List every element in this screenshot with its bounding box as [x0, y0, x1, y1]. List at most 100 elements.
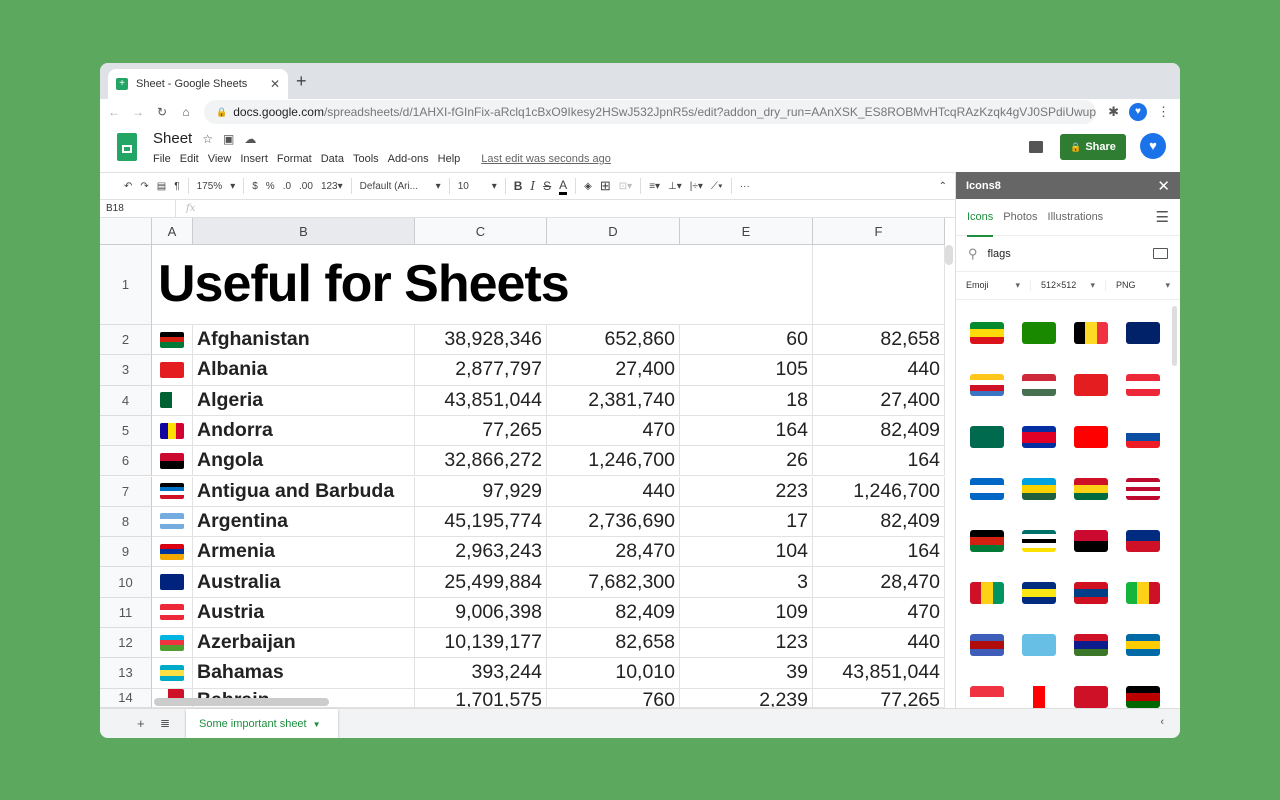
flag-result[interactable]	[1126, 680, 1178, 714]
value-cell[interactable]: 3	[680, 567, 813, 598]
share-button[interactable]: 🔒 Share	[1060, 134, 1126, 160]
sheets-logo-icon[interactable]	[117, 133, 137, 161]
flag-icon[interactable]	[1022, 530, 1056, 552]
flag-result[interactable]	[1022, 524, 1074, 558]
flag-result[interactable]	[1022, 472, 1074, 506]
row-header[interactable]: 6	[100, 446, 152, 477]
flag-icon[interactable]	[1074, 322, 1108, 344]
flag-cell[interactable]	[152, 385, 193, 416]
menu-format[interactable]: Format	[277, 153, 312, 165]
row-header[interactable]: 14	[100, 688, 152, 708]
value-cell[interactable]: 164	[813, 446, 945, 477]
flag-icon[interactable]	[970, 530, 1004, 552]
value-cell[interactable]: 82,658	[547, 628, 680, 659]
value-cell[interactable]: 2,877,797	[415, 355, 547, 386]
move-folder-icon[interactable]: ▣	[223, 132, 234, 146]
flag-result[interactable]	[970, 420, 1022, 454]
menu-data[interactable]: Data	[321, 153, 344, 165]
flag-result[interactable]	[1074, 628, 1126, 662]
vertical-scrollbar[interactable]	[945, 245, 953, 265]
value-cell[interactable]: 97,929	[415, 476, 547, 507]
value-cell[interactable]: 440	[813, 628, 945, 659]
value-cell[interactable]: 45,195,774	[415, 506, 547, 538]
row-header[interactable]: 7	[100, 476, 152, 507]
flag-icon[interactable]	[1074, 374, 1108, 396]
value-cell[interactable]: 26	[680, 446, 813, 477]
new-tab-button[interactable]: +	[296, 71, 307, 92]
column-header[interactable]: A	[152, 218, 193, 245]
value-cell[interactable]: 39	[680, 658, 813, 689]
flag-result[interactable]	[1074, 576, 1126, 610]
flag-icon[interactable]	[1074, 582, 1108, 604]
value-cell[interactable]: 440	[813, 355, 945, 386]
country-cell[interactable]: Australia	[193, 567, 415, 598]
value-cell[interactable]: 393,244	[415, 658, 547, 689]
collapse-side-panel-icon[interactable]: ‹	[1160, 716, 1164, 728]
print-icon[interactable]: ▤	[157, 181, 166, 192]
value-cell[interactable]: 2,963,243	[415, 537, 547, 568]
menu-view[interactable]: View	[208, 153, 232, 165]
flag-icon[interactable]	[1126, 374, 1160, 396]
flag-result[interactable]	[1022, 628, 1074, 662]
column-header[interactable]: D	[547, 218, 680, 245]
flag-cell[interactable]	[152, 567, 193, 598]
percent-button[interactable]: %	[266, 181, 275, 192]
value-cell[interactable]: 1,246,700	[813, 476, 945, 507]
borders-icon[interactable]: ⊞	[600, 178, 611, 194]
text-rotate-icon[interactable]: ⟋▾	[711, 181, 723, 192]
row-header[interactable]: 2	[100, 325, 152, 356]
flag-result[interactable]	[1022, 420, 1074, 454]
value-cell[interactable]: 32,866,272	[415, 446, 547, 477]
flag-result[interactable]	[1022, 316, 1074, 350]
flag-result[interactable]	[1126, 524, 1178, 558]
value-cell[interactable]: 2,239	[680, 688, 813, 708]
fill-color-icon[interactable]: ◈	[584, 181, 592, 192]
country-cell[interactable]: Argentina	[193, 506, 415, 538]
menu-help[interactable]: Help	[438, 153, 461, 165]
hamburger-menu-icon[interactable]: ☰	[1156, 208, 1169, 226]
value-cell[interactable]: 60	[680, 325, 813, 356]
collapse-toolbar-icon[interactable]: ⌃	[939, 181, 947, 192]
country-cell[interactable]: Antigua and Barbuda	[193, 476, 415, 507]
row-header[interactable]: 4	[100, 385, 152, 416]
flag-icon[interactable]	[1074, 686, 1108, 708]
value-cell[interactable]: 82,658	[813, 325, 945, 356]
flag-icon[interactable]	[1126, 478, 1160, 500]
more-button[interactable]: ···	[740, 181, 750, 192]
flag-icon[interactable]	[1022, 426, 1056, 448]
row-header[interactable]: 3	[100, 355, 152, 386]
flag-result[interactable]	[1126, 628, 1178, 662]
value-cell[interactable]: 470	[547, 415, 680, 447]
forward-icon[interactable]: →	[128, 105, 148, 119]
row-header[interactable]: 11	[100, 597, 152, 628]
currency-button[interactable]: $	[252, 181, 258, 192]
flag-result[interactable]	[970, 472, 1022, 506]
reload-icon[interactable]: ↻	[152, 105, 172, 119]
country-cell[interactable]: Azerbaijan	[193, 628, 415, 659]
font-select[interactable]: Default (Ari...	[360, 181, 428, 192]
cell-f1[interactable]	[813, 245, 945, 325]
row-header[interactable]: 10	[100, 567, 152, 598]
browser-menu-icon[interactable]: ⋮	[1157, 104, 1170, 120]
add-sheet-button[interactable]: +	[137, 716, 145, 731]
close-tab-icon[interactable]: ✕	[270, 77, 280, 91]
text-color-button[interactable]: A	[559, 178, 568, 195]
value-cell[interactable]: 652,860	[547, 325, 680, 356]
flag-result[interactable]	[1022, 576, 1074, 610]
value-cell[interactable]: 82,409	[813, 415, 945, 447]
sheet-tab[interactable]: Some important sheet ▼	[186, 709, 338, 738]
flag-result[interactable]	[970, 576, 1022, 610]
value-cell[interactable]: 123	[680, 628, 813, 659]
value-cell[interactable]: 440	[547, 476, 680, 507]
flag-icon[interactable]	[1022, 634, 1056, 656]
redo-icon[interactable]: ↷	[140, 181, 148, 192]
flag-icon[interactable]	[1126, 426, 1160, 448]
bold-button[interactable]: B	[514, 179, 523, 193]
font-size-select[interactable]: 10	[458, 181, 484, 192]
value-cell[interactable]: 82,409	[813, 506, 945, 538]
column-header[interactable]: C	[415, 218, 547, 245]
flag-icon[interactable]	[1022, 322, 1056, 344]
flag-icon[interactable]	[970, 426, 1004, 448]
panel-scrollbar[interactable]	[1172, 306, 1177, 366]
column-header[interactable]: E	[680, 218, 813, 245]
